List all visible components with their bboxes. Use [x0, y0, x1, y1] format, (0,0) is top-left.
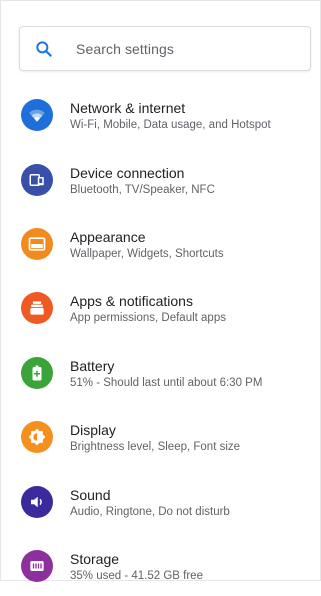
wallpaper-icon: [21, 228, 53, 260]
storage-icon: [21, 550, 53, 582]
setting-title: Appearance: [70, 229, 146, 245]
setting-title: Apps & notifications: [70, 293, 193, 309]
setting-title: Storage: [70, 551, 120, 567]
device-connection-icon: [21, 164, 53, 196]
setting-subtitle: Bluetooth, TV/Speaker, NFC: [70, 184, 215, 196]
wifi-icon: [21, 99, 53, 131]
volume-icon: [21, 486, 53, 518]
setting-title: Battery: [70, 358, 115, 374]
setting-subtitle: Audio, Ringtone, Do not disturb: [70, 506, 230, 518]
setting-battery[interactable]: Battery 51% - Should last until about 6:…: [1, 343, 321, 403]
setting-display[interactable]: Display Brightness level, Sleep, Font si…: [1, 407, 321, 467]
search-placeholder: Search settings: [76, 41, 174, 57]
setting-apps-notifications[interactable]: Apps & notifications App permissions, De…: [1, 278, 321, 338]
setting-title: Device connection: [70, 165, 185, 181]
settings-screen: Search settings Network & internet Wi-Fi…: [0, 0, 321, 582]
setting-appearance[interactable]: Appearance Wallpaper, Widgets, Shortcuts: [1, 214, 321, 274]
setting-network-internet[interactable]: Network & internet Wi-Fi, Mobile, Data u…: [1, 85, 321, 145]
setting-title: Display: [70, 422, 116, 438]
setting-subtitle: App permissions, Default apps: [70, 312, 226, 324]
setting-device-connection[interactable]: Device connection Bluetooth, TV/Speaker,…: [1, 150, 321, 210]
battery-icon: [21, 357, 53, 389]
setting-storage[interactable]: Storage 35% used - 41.52 GB free: [1, 536, 321, 596]
setting-subtitle: Wallpaper, Widgets, Shortcuts: [70, 248, 224, 260]
search-settings-bar[interactable]: Search settings: [19, 26, 311, 71]
setting-subtitle: 35% used - 41.52 GB free: [70, 570, 203, 582]
setting-sound[interactable]: Sound Audio, Ringtone, Do not disturb: [1, 472, 321, 532]
setting-subtitle: Brightness level, Sleep, Font size: [70, 441, 241, 453]
setting-title: Network & internet: [70, 100, 186, 116]
setting-subtitle: 51% - Should last until about 6:30 PM: [70, 377, 263, 389]
setting-subtitle: Wi-Fi, Mobile, Data usage, and Hotspot: [70, 119, 271, 131]
apps-icon: [21, 292, 53, 324]
brightness-icon: [21, 421, 53, 453]
search-icon: [36, 41, 52, 57]
setting-title: Sound: [70, 487, 111, 503]
